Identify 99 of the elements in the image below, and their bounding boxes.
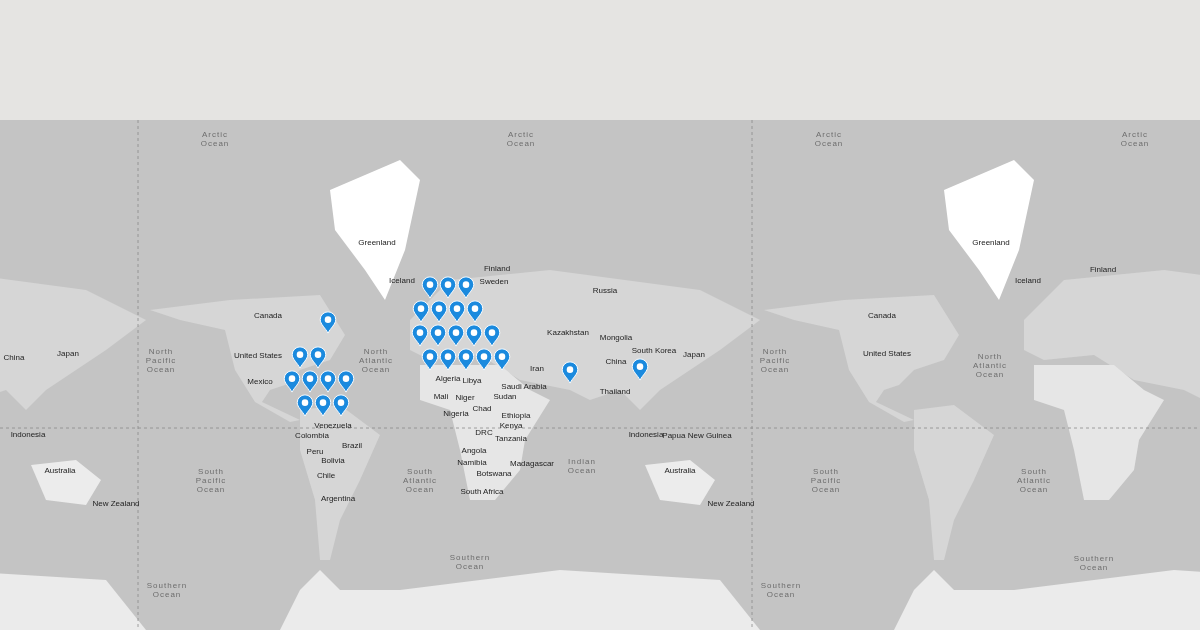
country-label: Algeria (435, 375, 461, 383)
country-label: China (605, 358, 627, 366)
map-pin-icon[interactable] (296, 394, 314, 417)
ocean-label: North Atlantic Ocean (357, 346, 395, 374)
map-pin-icon[interactable] (283, 370, 301, 393)
map-pin-icon[interactable] (493, 348, 511, 371)
country-label: Madagascar (510, 460, 554, 468)
ocean-label: North Pacific Ocean (144, 346, 178, 374)
ocean-label: Southern Ocean (1072, 554, 1116, 572)
country-label: Kazakhstan (547, 329, 589, 337)
ocean-label: South Atlantic Ocean (401, 466, 439, 494)
map-pin-icon[interactable] (421, 348, 439, 371)
country-label: China (3, 354, 25, 362)
map-pin-icon[interactable] (412, 300, 430, 323)
map-pin-icon[interactable] (561, 361, 579, 384)
map-pin-icon[interactable] (429, 324, 447, 347)
map-pin-icon[interactable] (332, 394, 350, 417)
country-label: Niger (455, 394, 475, 402)
country-label: Canada (254, 312, 282, 320)
map-pin-icon[interactable] (447, 324, 465, 347)
country-label: Sweden (479, 278, 509, 286)
country-label: Finland (1089, 266, 1117, 274)
country-label: New Zealand (707, 500, 755, 508)
country-label: Colombia (295, 432, 329, 440)
country-label: Iceland (389, 277, 415, 285)
country-label: Indonesia (628, 431, 664, 439)
country-label: Australia (44, 467, 76, 475)
ocean-label: North Atlantic Ocean (971, 351, 1009, 379)
country-label: Chad (472, 405, 492, 413)
country-label: South Korea (631, 347, 677, 355)
map-pin-icon[interactable] (448, 300, 466, 323)
ocean-label: Indian Ocean (566, 457, 598, 475)
country-label: Greenland (358, 239, 396, 247)
map-pin-icon[interactable] (430, 300, 448, 323)
map-pin-icon[interactable] (457, 348, 475, 371)
country-label: Greenland (972, 239, 1010, 247)
country-label: Thailand (599, 388, 631, 396)
map-pin-icon[interactable] (319, 311, 337, 334)
country-label: Chile (316, 472, 336, 480)
ocean-label: Southern Ocean (759, 581, 803, 599)
country-label: Mexico (247, 378, 273, 386)
country-label: DRC (475, 429, 493, 437)
country-label: Iran (530, 365, 544, 373)
country-label: Bolivia (321, 457, 345, 465)
map-pin-icon[interactable] (319, 370, 337, 393)
map-pin-icon[interactable] (309, 346, 327, 369)
country-label: Iceland (1015, 277, 1041, 285)
map-pin-icon[interactable] (466, 300, 484, 323)
ocean-label: Arctic Ocean (199, 130, 231, 148)
country-label: United States (863, 350, 911, 358)
ocean-label: Southern Ocean (448, 553, 492, 571)
country-label: Japan (683, 351, 705, 359)
country-label: Tanzania (495, 435, 527, 443)
country-label: Indonesia (10, 431, 46, 439)
map-pin-icon[interactable] (337, 370, 355, 393)
ocean-label: South Pacific Ocean (194, 466, 228, 494)
world-map-drawing[interactable] (0, 120, 1200, 630)
country-label: Brazil (342, 442, 362, 450)
ocean-label: South Atlantic Ocean (1015, 466, 1053, 494)
map-pin-icon[interactable] (314, 394, 332, 417)
map-pin-icon[interactable] (483, 324, 501, 347)
country-label: Kenya (499, 422, 523, 430)
ocean-label: North Pacific Ocean (758, 346, 792, 374)
ocean-label: South Pacific Ocean (809, 466, 843, 494)
map-pin-icon[interactable] (457, 276, 475, 299)
country-label: Japan (57, 350, 79, 358)
ocean-label: Arctic Ocean (505, 130, 537, 148)
country-label: Venezuela (314, 422, 352, 430)
country-label: Mali (433, 393, 449, 401)
ocean-label: Arctic Ocean (813, 130, 845, 148)
map-pin-icon[interactable] (439, 348, 457, 371)
map-pin-icon[interactable] (411, 324, 429, 347)
country-label: Nigeria (443, 410, 469, 418)
country-label: Namibia (457, 459, 487, 467)
country-label: New Zealand (92, 500, 140, 508)
map-pin-icon[interactable] (421, 276, 439, 299)
country-label: Australia (664, 467, 696, 475)
country-label: Finland (483, 265, 511, 273)
country-label: United States (234, 352, 282, 360)
ocean-label: Arctic Ocean (1119, 130, 1151, 148)
country-label: Argentina (320, 495, 356, 503)
map-pin-icon[interactable] (465, 324, 483, 347)
country-label: Canada (868, 312, 896, 320)
map-pin-icon[interactable] (291, 346, 309, 369)
map-pin-icon[interactable] (475, 348, 493, 371)
country-label: Ethiopia (501, 412, 531, 420)
map-pin-icon[interactable] (301, 370, 319, 393)
country-label: Russia (592, 287, 618, 295)
map-pin-icon[interactable] (439, 276, 457, 299)
country-label: Saudi Arabia (501, 383, 547, 391)
country-label: Mongolia (599, 334, 633, 342)
country-label: South Africa (460, 488, 504, 496)
map-pin-icon[interactable] (631, 358, 649, 381)
country-label: Peru (306, 448, 324, 456)
country-label: Botswana (476, 470, 512, 478)
ocean-label: Southern Ocean (145, 581, 189, 599)
country-label: Angola (461, 447, 487, 455)
country-label: Sudan (493, 393, 517, 401)
country-label: Libya (462, 377, 482, 385)
